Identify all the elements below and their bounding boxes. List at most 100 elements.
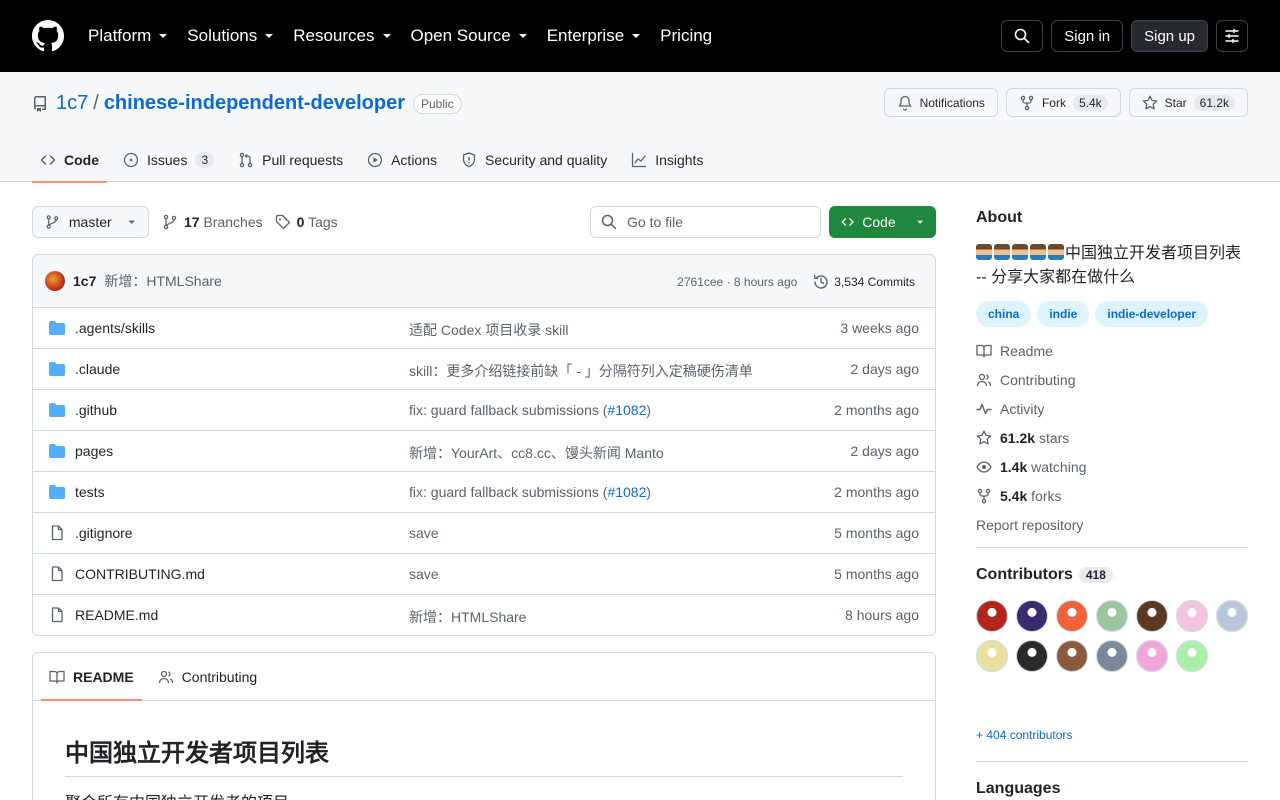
repo-owner-link[interactable]: 1c7: [56, 92, 88, 115]
tab-actions[interactable]: Actions: [359, 138, 445, 182]
activity-link[interactable]: Activity: [976, 394, 1086, 423]
contributor-avatar[interactable]: [1136, 600, 1168, 632]
contributor-avatar[interactable]: [1016, 640, 1048, 672]
contributor-avatar[interactable]: [1056, 640, 1088, 672]
topic-tag[interactable]: indie: [1037, 301, 1090, 327]
pull-request-link[interactable]: #1082: [607, 402, 646, 418]
contributor-avatar[interactable]: [1096, 600, 1128, 632]
contributor-avatar[interactable]: [1096, 640, 1128, 672]
sign-in-button[interactable]: Sign in: [1051, 20, 1124, 52]
tab-security[interactable]: Security and quality: [453, 138, 615, 182]
author-avatar[interactable]: [45, 271, 65, 291]
people-icon: [158, 670, 173, 683]
topic-tag[interactable]: indie-developer: [1095, 301, 1209, 327]
forks-link[interactable]: 5.4k forks: [976, 481, 1086, 510]
file-icon: [51, 607, 63, 623]
star-button[interactable]: Star 61.2k: [1128, 88, 1248, 117]
tags-label: Tags: [308, 214, 338, 230]
file-row[interactable]: .gitignore save 5 months ago: [33, 513, 935, 554]
tab-readme[interactable]: README: [41, 653, 142, 701]
file-row[interactable]: README.md 新增：HTMLShare 8 hours ago: [33, 595, 935, 635]
file-commit-message[interactable]: fix: guard fallback submissions (#1082): [409, 484, 651, 500]
contributor-avatar[interactable]: [976, 600, 1008, 632]
notifications-button[interactable]: Notifications: [883, 88, 998, 117]
code-dropdown-button[interactable]: Code: [829, 206, 936, 238]
branches-link[interactable]: 17 Branches: [184, 214, 263, 230]
sliders-icon: [1225, 28, 1239, 44]
tab-pull-requests[interactable]: Pull requests: [230, 138, 351, 182]
file-name-link[interactable]: .agents/skills: [75, 320, 155, 336]
contributors-heading[interactable]: Contributors 418: [976, 566, 1113, 584]
nav-platform[interactable]: Platform: [88, 26, 168, 46]
file-commit-message[interactable]: save: [409, 525, 439, 541]
watching-link[interactable]: 1.4k watching: [976, 452, 1086, 481]
tab-contributing[interactable]: Contributing: [150, 653, 266, 700]
repo-name-link[interactable]: chinese-independent-developer: [104, 92, 405, 115]
file-date: 8 hours ago: [845, 607, 919, 623]
file-commit-message[interactable]: skill：更多介绍链接前缺「 - 」分隔符列入定稿硬伤清单: [409, 361, 753, 381]
file-name-link[interactable]: tests: [75, 484, 105, 500]
tab-insights[interactable]: Insights: [623, 138, 711, 182]
file-row[interactable]: tests fix: guard fallback submissions (#1…: [33, 472, 935, 513]
file-name-link[interactable]: .github: [75, 402, 117, 418]
readme-paragraph: 聚合所有中国独立开发者的项目: [65, 789, 289, 800]
file-commit-message[interactable]: fix: guard fallback submissions (#1082): [409, 402, 651, 418]
more-contributors-link[interactable]: + 404 contributors: [976, 728, 1072, 742]
fork-label: Fork: [1041, 95, 1066, 110]
file-name-link[interactable]: README.md: [75, 607, 158, 623]
branch-select-button[interactable]: master: [32, 206, 149, 238]
global-header: Platform Solutions Resources Open Source…: [0, 0, 1280, 72]
file-name-link[interactable]: pages: [75, 443, 113, 459]
stars-link[interactable]: 61.2k stars: [976, 423, 1086, 452]
contributor-avatar[interactable]: [1176, 600, 1208, 632]
commits-link[interactable]: 3,534 Commits: [813, 274, 915, 290]
commit-sha[interactable]: 2761cee: [677, 275, 723, 289]
code-icon: [40, 155, 56, 165]
nav-enterprise[interactable]: Enterprise: [547, 26, 641, 46]
file-row[interactable]: pages 新增：YourArt、cc8.cc、馒头新闻 Manto 2 days …: [33, 431, 935, 472]
file-row[interactable]: .github fix: guard fallback submissions (…: [33, 390, 935, 431]
file-commit-message[interactable]: 新增：YourArt、cc8.cc、馒头新闻 Manto: [409, 443, 664, 463]
file-name-link[interactable]: .claude: [75, 361, 120, 377]
commit-message[interactable]: 新增：HTMLShare: [104, 271, 221, 291]
commit-author[interactable]: 1c7: [73, 273, 96, 289]
tab-issues[interactable]: Issues 3: [115, 138, 222, 182]
contributor-avatar[interactable]: [976, 640, 1008, 672]
contributing-link[interactable]: Contributing: [976, 365, 1086, 394]
menu-button[interactable]: [1216, 20, 1248, 52]
nav-pricing[interactable]: Pricing: [660, 26, 712, 46]
readme-link[interactable]: Readme: [976, 336, 1086, 365]
contributor-avatar[interactable]: [1136, 640, 1168, 672]
contributor-avatar[interactable]: [1016, 600, 1048, 632]
file-row[interactable]: .agents/skills 适配 Codex 项目收录 skill 3 weeks…: [33, 308, 935, 349]
file-row[interactable]: .claude skill：更多介绍链接前缺「 - 」分隔符列入定稿硬伤清单 2 d…: [33, 349, 935, 390]
fork-button[interactable]: Fork 5.4k: [1005, 88, 1121, 117]
pull-request-link[interactable]: #1082: [607, 484, 646, 500]
contributor-avatar[interactable]: [1176, 640, 1208, 672]
file-commit-message[interactable]: 适配 Codex 项目收录 skill: [409, 320, 568, 340]
nav-solutions[interactable]: Solutions: [187, 26, 274, 46]
file-commit-message[interactable]: save: [409, 566, 439, 582]
nav-open-source[interactable]: Open Source: [411, 26, 528, 46]
report-repository-link[interactable]: Report repository: [976, 510, 1086, 539]
tags-link[interactable]: 0 Tags: [297, 214, 338, 230]
search-button[interactable]: [1001, 20, 1044, 52]
contributor-avatar[interactable]: [1056, 600, 1088, 632]
nav-resources[interactable]: Resources: [293, 26, 391, 46]
chevron-down-icon: [632, 34, 641, 38]
sign-up-button[interactable]: Sign up: [1131, 20, 1208, 52]
tab-code[interactable]: Code: [32, 138, 107, 183]
folder-icon: [49, 321, 65, 335]
tab-actions-label: Actions: [391, 152, 438, 168]
tab-issues-label: Issues: [147, 152, 188, 168]
file-row[interactable]: CONTRIBUTING.md save 5 months ago: [33, 554, 935, 595]
file-name-link[interactable]: CONTRIBUTING.md: [75, 566, 205, 582]
play-icon: [367, 152, 383, 168]
github-logo-icon[interactable]: [32, 20, 64, 52]
go-to-file-input[interactable]: Go to file: [590, 206, 821, 238]
contributor-avatar[interactable]: [1216, 600, 1248, 632]
file-name-link[interactable]: .gitignore: [75, 525, 133, 541]
contributor-avatars: [976, 600, 1256, 672]
file-commit-message[interactable]: 新增：HTMLShare: [409, 607, 526, 627]
topic-tag[interactable]: china: [976, 301, 1032, 327]
